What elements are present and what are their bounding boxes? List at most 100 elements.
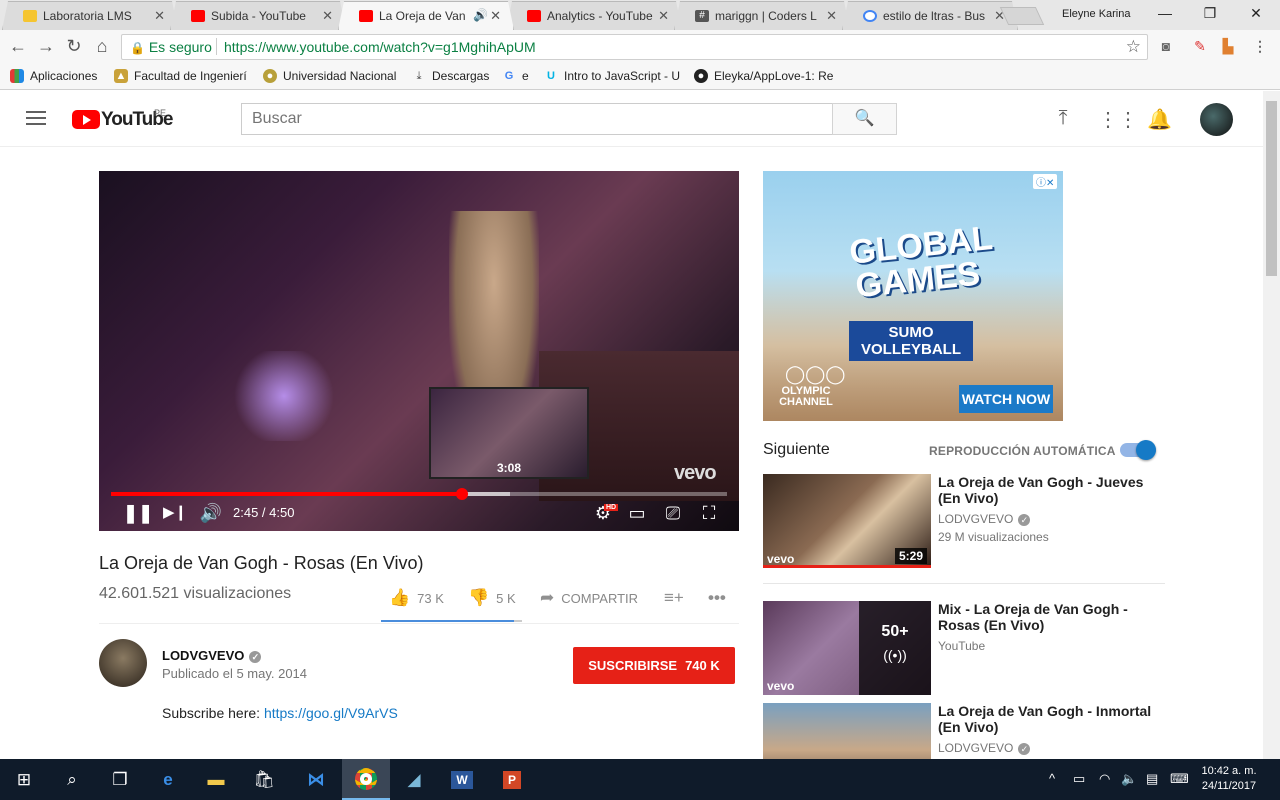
close-tab-icon[interactable]: ✕: [658, 8, 669, 24]
home-icon[interactable]: ⌂: [91, 36, 113, 56]
eyedropper-extension-icon[interactable]: ✎: [1192, 38, 1208, 54]
channel-name[interactable]: LODVGVEVO: [162, 648, 244, 663]
bookmark-facultad[interactable]: ▲ Facultad de Ingenierí: [114, 69, 247, 83]
reload-icon[interactable]: ↻: [63, 36, 85, 56]
omnibox[interactable]: 🔒 Es seguro https://www.youtube.com/watc…: [121, 34, 1148, 60]
fullscreen-icon[interactable]: ⛶: [697, 503, 721, 523]
share-button[interactable]: ➦ COMPARTIR: [540, 588, 638, 608]
page-scrollbar[interactable]: [1263, 91, 1280, 759]
close-tab-icon[interactable]: ✕: [322, 8, 333, 24]
forward-icon[interactable]: →: [35, 36, 57, 56]
related-video-1[interactable]: vevo 5:29 La Oreja de Van Gogh - Jueves …: [763, 474, 1165, 568]
dislike-button[interactable]: 👎 5 K: [468, 588, 516, 608]
close-tab-icon[interactable]: ✕: [826, 8, 837, 24]
notifications-bell-icon[interactable]: 🔔: [1147, 107, 1172, 132]
close-tab-icon[interactable]: ✕: [490, 8, 501, 24]
related-title[interactable]: La Oreja de Van Gogh - Inmortal (En Vivo…: [938, 703, 1163, 735]
new-tab-button[interactable]: [999, 7, 1045, 25]
word-icon[interactable]: W: [438, 759, 486, 800]
next-video-icon[interactable]: ▶❙: [163, 503, 187, 523]
account-avatar[interactable]: [1200, 103, 1233, 136]
scrollbar-thumb[interactable]: [1266, 101, 1277, 276]
audio-playing-icon[interactable]: 🔊: [473, 8, 488, 22]
bookmark-apps[interactable]: Aplicaciones: [10, 69, 97, 83]
system-clock[interactable]: 10:42 a. m. 24/11/2017: [1196, 764, 1262, 794]
bookmark-descargas[interactable]: ⤓ Descargas: [412, 69, 490, 83]
bookmark-star-icon[interactable]: ☆: [1126, 37, 1141, 57]
close-window-icon[interactable]: ✕: [1246, 5, 1266, 22]
ad-info-icon[interactable]: ⓘ✕: [1033, 174, 1058, 189]
search-button[interactable]: 🔍: [832, 103, 897, 135]
secure-indicator[interactable]: 🔒 Es seguro: [130, 39, 212, 55]
bookmark-udacity[interactable]: U Intro to JavaScript - U: [544, 69, 680, 83]
subscribe-button[interactable]: SUSCRIBIRSE 740 K: [573, 647, 735, 684]
chrome-menu-icon[interactable]: ⋮: [1252, 38, 1268, 54]
wifi-icon[interactable]: ◠: [1099, 771, 1110, 787]
extension-icon[interactable]: ▙: [1220, 38, 1236, 54]
display-ad[interactable]: GLOBAL GAMES SUMO VOLLEYBALL ◯◯◯ OLYMPIC…: [763, 171, 1063, 421]
hamburger-menu-icon[interactable]: [26, 111, 46, 125]
chrome-icon[interactable]: [342, 759, 390, 800]
tab-coders[interactable]: # mariggn | Coders L ✕: [674, 1, 850, 30]
youtube-logo[interactable]: YouTube PE: [72, 108, 173, 130]
scrubber-handle[interactable]: [455, 488, 468, 500]
upload-icon[interactable]: ⤒: [1051, 107, 1075, 130]
word-logo: W: [451, 770, 473, 789]
edge-browser-icon[interactable]: e: [144, 759, 192, 800]
windows-taskbar: ⊞ ⌕ ❐ e ▬ 🛍 ⋈ ◢ W P ^ ▭ ◠ 🔈 ▤ ⌨ 10:42 a.…: [0, 759, 1280, 800]
keyboard-icon[interactable]: ⌨: [1170, 771, 1189, 787]
battery-icon[interactable]: ▭: [1073, 771, 1085, 787]
progress-bar[interactable]: [111, 488, 727, 500]
ad-cta-button[interactable]: WATCH NOW: [959, 385, 1053, 413]
store-icon[interactable]: 🛍: [240, 759, 288, 800]
related-mix[interactable]: vevo 50+ ((•)) Mix - La Oreja de Van Gog…: [763, 601, 1165, 695]
description-link[interactable]: https://goo.gl/V9ArVS: [264, 705, 398, 721]
cast-icon[interactable]: ⎚: [661, 503, 685, 523]
file-explorer-icon[interactable]: ▬: [192, 759, 240, 800]
like-button[interactable]: 👍 73 K: [389, 588, 444, 608]
volume-icon[interactable]: 🔊: [199, 503, 223, 523]
video-thumbnail[interactable]: [763, 703, 931, 759]
more-actions-button[interactable]: •••: [708, 588, 726, 608]
minimize-icon[interactable]: —: [1155, 5, 1175, 21]
mix-thumbnail[interactable]: vevo 50+ ((•)): [763, 601, 931, 695]
back-icon[interactable]: ←: [7, 36, 29, 56]
bookmark-label: Aplicaciones: [30, 69, 98, 83]
bookmark-github[interactable]: ● Eleyka/AppLove-1: Re: [694, 69, 833, 83]
related-title[interactable]: Mix - La Oreja de Van Gogh - Rosas (En V…: [938, 601, 1163, 633]
video-player[interactable]: 3:08 vevo ❚❚ ▶❙ 🔊 2:45 / 4:50 ⚙ HD ▭ ⎚ ⛶: [99, 171, 739, 531]
show-hidden-icons[interactable]: ^: [1049, 771, 1055, 786]
url-text[interactable]: https://www.youtube.com/watch?v=g1MghihA…: [224, 39, 536, 55]
profile-name[interactable]: Eleyne Karina: [1062, 8, 1131, 20]
powerpoint-icon[interactable]: P: [488, 759, 536, 800]
bookmark-google[interactable]: G e: [502, 69, 529, 83]
related-video-3[interactable]: La Oreja de Van Gogh - Inmortal (En Vivo…: [763, 703, 1165, 759]
video-duration: 5:29: [894, 548, 927, 564]
search-input[interactable]: [241, 103, 833, 135]
channel-name-row[interactable]: LODVGVEVO ✓: [162, 648, 262, 663]
close-tab-icon[interactable]: ✕: [154, 8, 165, 24]
autoplay-toggle[interactable]: [1120, 440, 1156, 460]
video-thumbnail[interactable]: vevo 5:29: [763, 474, 931, 568]
windows-start-icon[interactable]: ⊞: [0, 759, 48, 800]
tab-la-oreja[interactable]: La Oreja de Van 🔊 ✕: [338, 1, 514, 30]
notification-center-icon[interactable]: ▤: [1146, 771, 1158, 787]
search-icon[interactable]: ⌕: [48, 759, 96, 800]
visual-studio-code-icon[interactable]: ⋈: [292, 759, 340, 800]
channel-avatar[interactable]: [99, 639, 147, 687]
theater-mode-icon[interactable]: ▭: [625, 503, 649, 523]
tab-laboratoria[interactable]: Laboratoria LMS ✕: [2, 1, 178, 30]
task-view-icon[interactable]: ❐: [96, 759, 144, 800]
tab-google-search[interactable]: estilo de ltras - Bus ✕: [842, 1, 1018, 30]
camera-extension-icon[interactable]: ◙: [1158, 38, 1174, 54]
sublime-icon[interactable]: ◢: [390, 759, 438, 800]
related-title[interactable]: La Oreja de Van Gogh - Jueves (En Vivo): [938, 474, 1163, 506]
apps-icon[interactable]: ⋮⋮: [1098, 107, 1138, 132]
pause-icon[interactable]: ❚❚: [123, 503, 153, 523]
tab-analytics[interactable]: Analytics - YouTube ✕: [506, 1, 682, 30]
tab-subida[interactable]: Subida - YouTube ✕: [170, 1, 346, 30]
bookmark-universidad[interactable]: ● Universidad Nacional: [263, 69, 396, 83]
restore-icon[interactable]: ❐: [1200, 5, 1220, 22]
volume-tray-icon[interactable]: 🔈: [1121, 771, 1137, 787]
add-to-playlist-button[interactable]: ≡+: [664, 588, 684, 608]
